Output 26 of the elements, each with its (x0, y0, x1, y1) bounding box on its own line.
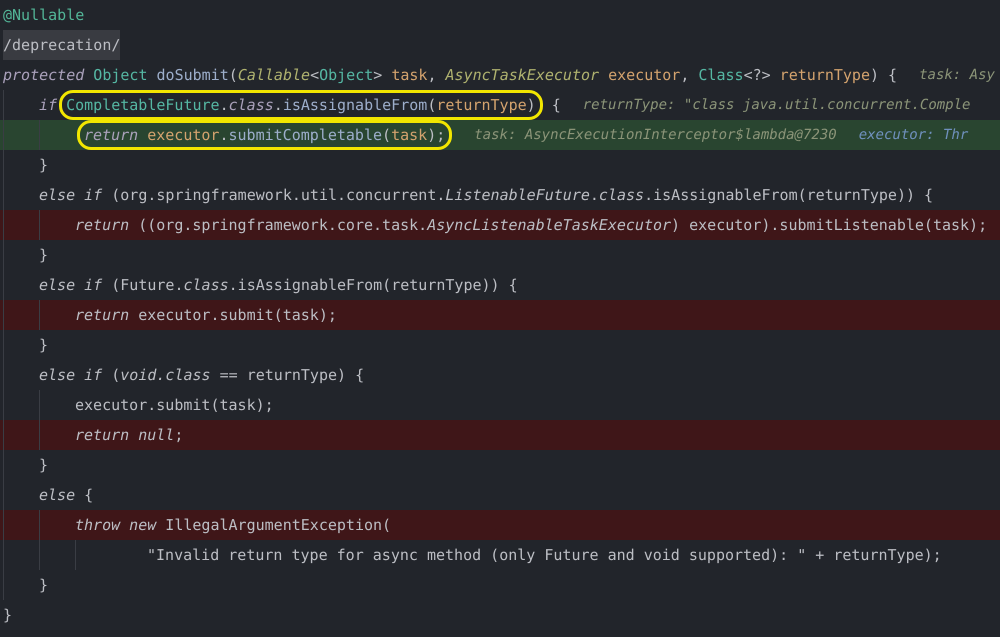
code-line: protected Object doSubmit(Callable<Object> task, AsyncTaskExecutor executor, Class<?> returnType) { (3, 65, 898, 86)
inline-value-hint: task: Asy (919, 66, 995, 85)
code-line: return executor.submitCompletable(task); (84, 125, 446, 146)
code-line: } (3, 605, 12, 626)
code-line: executor.submit(task); (75, 395, 274, 416)
code-line: } (39, 335, 48, 356)
code-line: else if (org.springframework.util.concurrent.ListenableFuture.class.isAssignableFrom(returnType)) { (39, 185, 934, 206)
code-line: @Nullable (3, 5, 84, 26)
inline-value-hint: executor: Thr (858, 126, 968, 145)
code-line: throw new IllegalArgumentException( (75, 515, 392, 536)
inline-value-hint: task: AsyncExecutionInterceptor$lambda@7230 (474, 126, 837, 145)
code-line: } (39, 575, 48, 596)
code-line: if (39, 95, 58, 116)
code-line: else if (void.class == returnType) { (39, 365, 364, 386)
code-line: CompletableFuture.class.isAssignableFrom(returnType) (66, 95, 536, 116)
code-line: } (39, 155, 48, 176)
code-line: { (550, 95, 561, 116)
code-line: "Invalid return type for async method (only Future and void supported): " + returnType); (147, 545, 942, 566)
code-line: else { (39, 485, 94, 506)
code-line: return executor.submit(task); (75, 305, 337, 326)
code-line: } (39, 245, 48, 266)
code-line: else if (Future.class.isAssignableFrom(returnType)) { (39, 275, 518, 296)
code-line: return null; (75, 425, 184, 446)
code-line: } (39, 455, 48, 476)
inline-value-hint: returnType: "class java.util.concurrent.Comple (582, 96, 970, 115)
code-line: return ((org.springframework.core.task.AsyncListenableTaskExecutor) executor).submitListenable(task); (75, 215, 988, 236)
